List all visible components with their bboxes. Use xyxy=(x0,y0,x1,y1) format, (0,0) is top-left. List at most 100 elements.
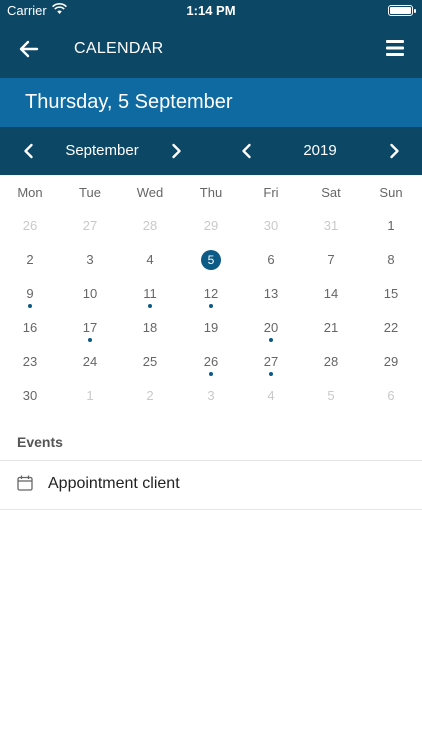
day-cell[interactable]: 30 xyxy=(241,209,301,243)
calendar-icon xyxy=(17,475,33,491)
event-indicator-dot xyxy=(209,372,213,376)
day-cell[interactable]: 15 xyxy=(361,277,421,311)
battery-icon xyxy=(388,5,416,16)
day-number: 21 xyxy=(323,320,339,335)
day-number: 8 xyxy=(387,252,395,267)
arrow-left-icon xyxy=(19,40,39,58)
day-number: 30 xyxy=(263,218,279,233)
day-cell[interactable]: 6 xyxy=(361,379,421,413)
day-cell[interactable]: 20 xyxy=(241,311,301,345)
menu-button[interactable] xyxy=(384,34,410,62)
nav-bar: CALENDAR xyxy=(0,22,422,78)
event-indicator-dot xyxy=(269,338,273,342)
day-number: 18 xyxy=(142,320,158,335)
day-number: 2 xyxy=(146,388,154,403)
day-cell[interactable]: 19 xyxy=(181,311,241,345)
day-cell[interactable]: 26 xyxy=(181,345,241,379)
day-number: 30 xyxy=(22,388,38,403)
next-year-button[interactable] xyxy=(382,139,406,163)
status-bar: Carrier 1:14 PM xyxy=(0,0,422,22)
event-title: Appointment client xyxy=(48,475,180,492)
back-button[interactable] xyxy=(14,34,44,64)
day-cell[interactable]: 2 xyxy=(120,379,180,413)
day-cell[interactable]: 12 xyxy=(181,277,241,311)
prev-month-button[interactable] xyxy=(17,139,41,163)
day-cell[interactable]: 4 xyxy=(241,379,301,413)
app-header: Carrier 1:14 PM CALENDAR xyxy=(0,0,422,78)
day-number: 16 xyxy=(22,320,38,335)
day-cell[interactable]: 3 xyxy=(60,243,120,277)
day-cell[interactable]: 11 xyxy=(120,277,180,311)
day-cell[interactable]: 22 xyxy=(361,311,421,345)
calendar-grid: 26 27 28 29 30 31 1 2 3 4 5 6 7 8 9 10 11 12 13 14 15 16 17 18 1… xyxy=(0,209,422,413)
day-number: 19 xyxy=(203,320,219,335)
day-number: 14 xyxy=(323,286,339,301)
hamburger-menu-icon xyxy=(386,40,404,56)
selected-date-text: Thursday, 5 September xyxy=(25,91,233,113)
day-number: 23 xyxy=(22,354,38,369)
weekday-label: Fri xyxy=(263,185,279,200)
day-cell[interactable]: 17 xyxy=(60,311,120,345)
day-cell[interactable]: 3 xyxy=(181,379,241,413)
event-indicator-dot xyxy=(88,338,92,342)
day-cell[interactable]: 29 xyxy=(181,209,241,243)
day-number: 28 xyxy=(323,354,339,369)
day-cell-selected[interactable]: 5 xyxy=(181,243,241,277)
day-number: 13 xyxy=(263,286,279,301)
day-number: 4 xyxy=(146,252,154,267)
day-number: 5 xyxy=(201,250,221,270)
day-cell[interactable]: 25 xyxy=(120,345,180,379)
day-cell[interactable]: 28 xyxy=(301,345,361,379)
day-cell[interactable]: 26 xyxy=(0,209,60,243)
month-label: September xyxy=(65,142,139,159)
events-heading: Events xyxy=(17,434,63,450)
day-cell[interactable]: 8 xyxy=(361,243,421,277)
prev-year-button[interactable] xyxy=(235,139,259,163)
day-cell[interactable]: 14 xyxy=(301,277,361,311)
day-number: 24 xyxy=(82,354,98,369)
day-number: 3 xyxy=(207,388,215,403)
event-item[interactable]: Appointment client xyxy=(0,461,422,509)
day-number: 5 xyxy=(327,388,335,403)
weekday-label: Wed xyxy=(136,185,164,200)
divider xyxy=(0,509,422,510)
day-number: 10 xyxy=(82,286,98,301)
day-cell[interactable]: 24 xyxy=(60,345,120,379)
day-cell[interactable]: 2 xyxy=(0,243,60,277)
day-cell[interactable]: 1 xyxy=(60,379,120,413)
day-cell[interactable]: 13 xyxy=(241,277,301,311)
selected-date-banner: Thursday, 5 September xyxy=(0,78,422,127)
day-cell[interactable]: 9 xyxy=(0,277,60,311)
event-indicator-dot xyxy=(269,372,273,376)
day-cell[interactable]: 21 xyxy=(301,311,361,345)
day-cell[interactable]: 28 xyxy=(120,209,180,243)
day-cell[interactable]: 5 xyxy=(301,379,361,413)
day-number: 2 xyxy=(26,252,34,267)
day-cell[interactable]: 29 xyxy=(361,345,421,379)
page-title: CALENDAR xyxy=(74,40,164,57)
day-cell[interactable]: 27 xyxy=(241,345,301,379)
day-cell[interactable]: 4 xyxy=(120,243,180,277)
day-number: 4 xyxy=(267,388,275,403)
day-number: 26 xyxy=(22,218,38,233)
day-number: 3 xyxy=(86,252,94,267)
day-number: 7 xyxy=(327,252,335,267)
weekday-label: Tue xyxy=(79,185,101,200)
day-cell[interactable]: 30 xyxy=(0,379,60,413)
day-cell[interactable]: 23 xyxy=(0,345,60,379)
day-cell[interactable]: 27 xyxy=(60,209,120,243)
month-year-selector: September 2019 xyxy=(0,127,422,175)
day-cell[interactable]: 6 xyxy=(241,243,301,277)
weekday-header: Mon Tue Wed Thu Fri Sat Sun xyxy=(0,176,422,208)
day-cell[interactable]: 18 xyxy=(120,311,180,345)
day-number: 27 xyxy=(82,218,98,233)
day-cell[interactable]: 16 xyxy=(0,311,60,345)
day-cell[interactable]: 7 xyxy=(301,243,361,277)
day-cell[interactable]: 1 xyxy=(361,209,421,243)
day-cell[interactable]: 10 xyxy=(60,277,120,311)
chevron-left-icon xyxy=(24,143,33,159)
next-month-button[interactable] xyxy=(164,139,188,163)
event-indicator-dot xyxy=(209,304,213,308)
weekday-label: Sat xyxy=(321,185,341,200)
day-cell[interactable]: 31 xyxy=(301,209,361,243)
